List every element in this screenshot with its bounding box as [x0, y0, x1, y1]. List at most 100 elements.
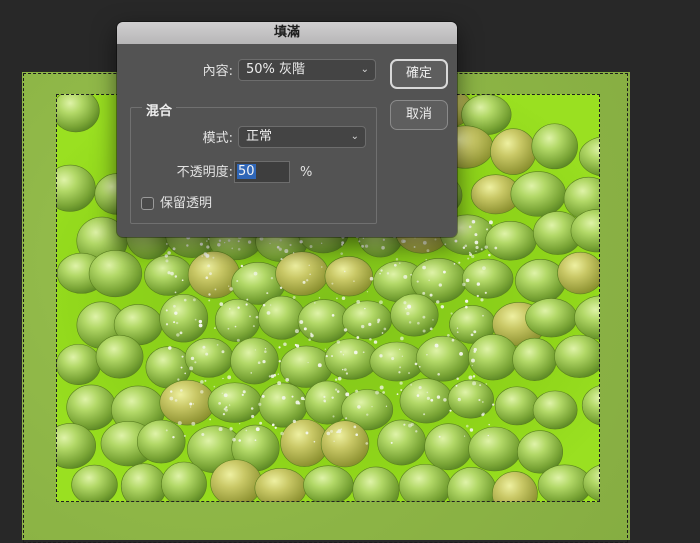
- sugar-grain: [266, 311, 271, 315]
- mode-dropdown-value: 正常: [246, 129, 273, 144]
- sugar-grain: [426, 249, 430, 253]
- sugar-grain: [364, 244, 369, 248]
- sugar-grain: [395, 258, 399, 261]
- sugar-grain: [368, 322, 372, 326]
- sugar-grain: [468, 375, 473, 380]
- sugar-grain: [485, 383, 488, 385]
- sugar-grain: [223, 408, 226, 411]
- sugar-grain: [440, 305, 445, 309]
- sugar-grain: [254, 439, 257, 441]
- sugar-grain: [345, 372, 349, 375]
- chevron-down-icon: ⌄: [360, 64, 369, 75]
- sugar-grain: [345, 392, 350, 397]
- sugar-grain: [173, 321, 176, 324]
- sugar-grain: [377, 318, 381, 322]
- sugar-grain: [482, 266, 486, 270]
- sugar-grain: [375, 390, 379, 395]
- sugar-grain: [430, 398, 434, 402]
- sugar-grain: [330, 429, 333, 433]
- content-dropdown[interactable]: 50% 灰階 ⌄: [238, 59, 376, 81]
- sugar-grain: [362, 351, 365, 354]
- sugar-grain: [464, 305, 468, 309]
- sugar-grain: [181, 279, 184, 282]
- sugar-grain: [488, 423, 490, 426]
- sugar-grain: [484, 291, 487, 294]
- sugar-grain: [254, 349, 256, 351]
- opacity-label: 不透明度:: [176, 165, 233, 180]
- preserve-transparency-label[interactable]: 保留透明: [160, 194, 212, 214]
- sugar-grain: [222, 377, 224, 380]
- blending-group-title: 混合: [142, 100, 177, 119]
- sugar-grain: [236, 338, 240, 342]
- plum: [136, 419, 186, 464]
- sugar-grain: [293, 252, 295, 254]
- sugar-grain: [462, 246, 466, 250]
- sugar-grain: [342, 354, 345, 356]
- mode-dropdown[interactable]: 正常 ⌄: [238, 126, 366, 148]
- opacity-input[interactable]: 50: [234, 161, 290, 183]
- sugar-grain: [379, 385, 384, 390]
- sugar-grain: [369, 337, 372, 341]
- dialog-title[interactable]: 填滿: [117, 22, 457, 44]
- sugar-grain: [217, 242, 221, 247]
- sugar-grain: [271, 423, 275, 427]
- sugar-grain: [405, 307, 407, 310]
- sugar-grain: [416, 280, 419, 283]
- sugar-grain: [257, 361, 261, 365]
- plum: [461, 258, 514, 299]
- sugar-grain: [176, 333, 180, 337]
- sugar-grain: [169, 396, 174, 401]
- cancel-button[interactable]: 取消: [390, 100, 448, 130]
- sugar-grain: [258, 402, 262, 406]
- sugar-grain: [385, 405, 388, 407]
- sugar-grain: [454, 239, 458, 243]
- sugar-grain: [231, 247, 234, 250]
- preserve-transparency-checkbox[interactable]: [141, 197, 154, 210]
- sugar-grain: [218, 239, 222, 242]
- sugar-grain: [362, 237, 365, 239]
- sugar-grain: [410, 422, 414, 427]
- sugar-grain: [471, 364, 474, 367]
- sugar-grain: [336, 297, 338, 300]
- sugar-grain: [403, 423, 406, 426]
- plum: [210, 459, 263, 502]
- sugar-grain: [468, 225, 472, 229]
- plum: [71, 464, 118, 502]
- sugar-grain: [219, 302, 224, 307]
- sugar-grain: [353, 350, 358, 355]
- sugar-grain: [469, 428, 474, 432]
- sugar-grain: [336, 390, 340, 393]
- plum: [532, 390, 578, 430]
- sugar-grain: [270, 276, 274, 280]
- sugar-grain: [475, 245, 479, 250]
- plum: [494, 386, 540, 426]
- sugar-grain: [436, 300, 440, 304]
- sugar-grain: [205, 240, 208, 242]
- sugar-grain: [400, 336, 404, 341]
- sugar-grain: [264, 350, 267, 353]
- sugar-grain: [410, 273, 412, 276]
- sugar-grain: [335, 388, 338, 391]
- sugar-grain: [299, 240, 303, 244]
- sugar-grain: [469, 253, 473, 256]
- sugar-grain: [437, 372, 440, 376]
- sugar-grain: [401, 239, 405, 244]
- sugar-grain: [426, 391, 429, 394]
- sugar-grain: [280, 431, 284, 436]
- sugar-grain: [323, 399, 326, 403]
- sugar-grain: [331, 396, 334, 399]
- sugar-grain: [455, 384, 458, 387]
- sugar-grain: [331, 314, 335, 317]
- sugar-grain: [355, 389, 359, 393]
- sugar-grain: [229, 427, 233, 431]
- sugar-grain: [209, 418, 212, 421]
- plum: [161, 461, 207, 502]
- sugar-grain: [177, 378, 180, 381]
- plum: [485, 221, 537, 261]
- sugar-grain: [380, 269, 383, 272]
- ok-button[interactable]: 確定: [390, 59, 448, 89]
- sugar-grain: [173, 304, 176, 308]
- plum: [468, 426, 522, 472]
- sugar-grain: [313, 440, 316, 443]
- sugar-grain: [318, 297, 321, 299]
